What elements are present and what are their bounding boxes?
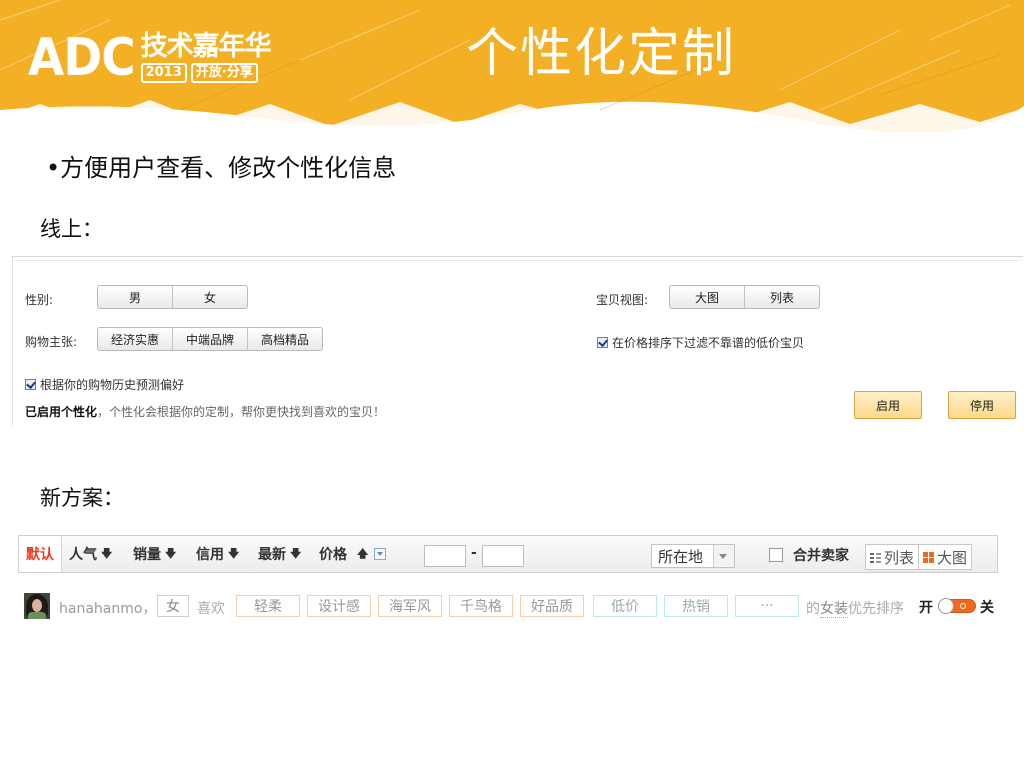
gender-segmented-control: 男 女 [97,285,248,309]
filter-lowprice-label: 在价格排序下过滤不靠谱的低价宝贝 [612,336,805,350]
gender-tag[interactable]: 女 [157,595,189,617]
personalization-status: 已启用个性化，个性化会根据你的定制，帮你更快找到喜欢的宝贝！ [25,403,385,420]
sort-credit-label: 信用 [196,547,224,563]
status-strong: 已启用个性化 [25,405,98,419]
history-predict-checkbox[interactable]: 根据你的购物历史预测偏好 [25,376,184,393]
personalization-toggle[interactable] [938,598,976,614]
price-range-dash: - [471,545,477,561]
sort-price-label: 价格 [319,547,347,563]
arrow-up-icon: 🡅 [357,546,369,560]
view-list-button[interactable]: 列表 [866,545,918,569]
checkbox-checked-icon[interactable] [597,337,608,348]
view-label: 宝贝视图: [596,293,649,307]
arrow-down-icon: 🡇 [290,546,302,560]
view-segmented-control: 大图 列表 [669,285,820,309]
merge-sellers-label: 合并卖家 [793,548,849,564]
priority-category[interactable]: 女装 [820,601,848,618]
section-label-new: 新方案： [40,486,124,510]
checkbox-unchecked-icon[interactable] [769,548,783,562]
divider [13,260,1023,261]
logo-tagline: 开放·分享 [190,63,258,83]
sort-tag[interactable]: 低价 [593,595,657,617]
logo-right: 技术嘉年华 2013 开放·分享 [140,31,272,83]
buy-preference-segmented-control: 经济实惠 中端品牌 高档精品 [97,327,323,351]
settings-panel-screenshot: 性别: 男 女 宝贝视图: 大图 列表 购物主张: 经济实惠 中端品牌 高档精品… [12,256,1023,427]
avatar[interactable] [24,593,50,619]
grid-view-icon [923,551,935,563]
style-tag[interactable]: 设计感 [307,595,371,617]
checkbox-checked-icon[interactable] [25,379,36,390]
gender-label: 性别: [25,293,54,307]
arrow-down-icon: 🡇 [165,546,177,560]
section-label-online: 线上： [40,217,103,241]
priority-prefix: 的 [806,601,820,617]
enable-button[interactable]: 启用 [854,391,922,419]
likes-label: 喜欢 [197,601,225,617]
view-option-large[interactable]: 大图 [670,286,745,308]
switch-on-label: 开 [919,600,933,616]
adc-logo: ADC 技术嘉年华 2013 开放·分享 [28,28,272,88]
sort-newest[interactable]: 最新 🡇 [258,536,301,572]
view-toggle: 列表 大图 [865,544,973,570]
more-tags-button[interactable]: ··· [735,595,799,617]
switch-off-label: 关 [980,600,994,616]
sort-tag[interactable]: 热销 [664,595,728,617]
arrow-down-icon: 🡇 [228,546,240,560]
sort-popularity-label: 人气 [69,547,97,563]
style-tag[interactable]: 好品质 [520,595,584,617]
view-list-label: 列表 [884,548,915,567]
style-tag[interactable]: 海军风 [378,595,442,617]
sort-sales-label: 销量 [133,547,161,563]
sort-sales[interactable]: 销量 🡇 [133,536,176,572]
arrow-down-icon: 🡇 [101,546,113,560]
style-tag[interactable]: 千鸟格 [449,595,513,617]
header-banner: ADC 技术嘉年华 2013 开放·分享 个性化定制 [0,0,1024,132]
buy-option-economy[interactable]: 经济实惠 [98,328,173,350]
status-text: ，个性化会根据你的定制，帮你更快找到喜欢的宝贝！ [97,405,386,419]
logo-cn-text: 技术嘉年华 [140,31,272,62]
logo-sub: 2013 开放·分享 [140,63,271,83]
chevron-down-icon[interactable] [713,545,734,567]
bullet-point: •方便用户查看、修改个性化信息 [46,154,397,182]
sort-filter-bar: 默认 人气 🡇 销量 🡇 信用 🡇 最新 🡇 价格 🡅 - 所在地 合并卖家 列表 大图 [18,535,998,573]
location-select-value: 所在地 [658,547,704,566]
history-predict-label: 根据你的购物历史预测偏好 [40,378,185,392]
sort-price[interactable]: 价格 🡅 [319,536,387,572]
view-option-list[interactable]: 列表 [745,286,819,308]
view-grid-button[interactable]: 大图 [918,545,971,569]
price-dropdown-icon[interactable] [374,548,387,560]
merge-sellers-checkbox[interactable]: 合并卖家 [769,545,849,565]
logo-year: 2013 [140,63,187,83]
priority-text: 的女装优先排序 [806,598,904,618]
style-tag[interactable]: 轻柔 [236,595,300,617]
logo-main-text: ADC [28,28,136,88]
disable-button[interactable]: 停用 [948,391,1016,419]
list-view-icon [870,551,881,563]
price-max-input[interactable] [482,545,524,567]
username: hanahanmo， [59,601,157,617]
buy-preference-label: 购物主张: [25,335,78,349]
buy-option-midrange[interactable]: 中端品牌 [173,328,248,350]
filter-lowprice-checkbox[interactable]: 在价格排序下过滤不靠谱的低价宝贝 [597,334,804,351]
gender-option-male[interactable]: 男 [98,286,173,308]
view-grid-label: 大图 [937,548,968,567]
sort-credit[interactable]: 信用 🡇 [196,536,239,572]
toggle-knob[interactable] [938,598,954,614]
personalization-row: hanahanmo， 女 喜欢 轻柔 设计感 海军风 千鸟格 好品质 低价 热销… [24,592,1024,622]
sort-popularity[interactable]: 人气 🡇 [69,536,112,572]
priority-suffix: 优先排序 [848,601,904,617]
gender-option-female[interactable]: 女 [173,286,247,308]
slide-title: 个性化定制 [466,24,737,84]
sort-default-tab[interactable]: 默认 [19,536,62,572]
location-select[interactable]: 所在地 [651,544,735,568]
price-min-input[interactable] [424,545,466,567]
sort-newest-label: 最新 [258,547,286,563]
buy-option-premium[interactable]: 高档精品 [248,328,322,350]
